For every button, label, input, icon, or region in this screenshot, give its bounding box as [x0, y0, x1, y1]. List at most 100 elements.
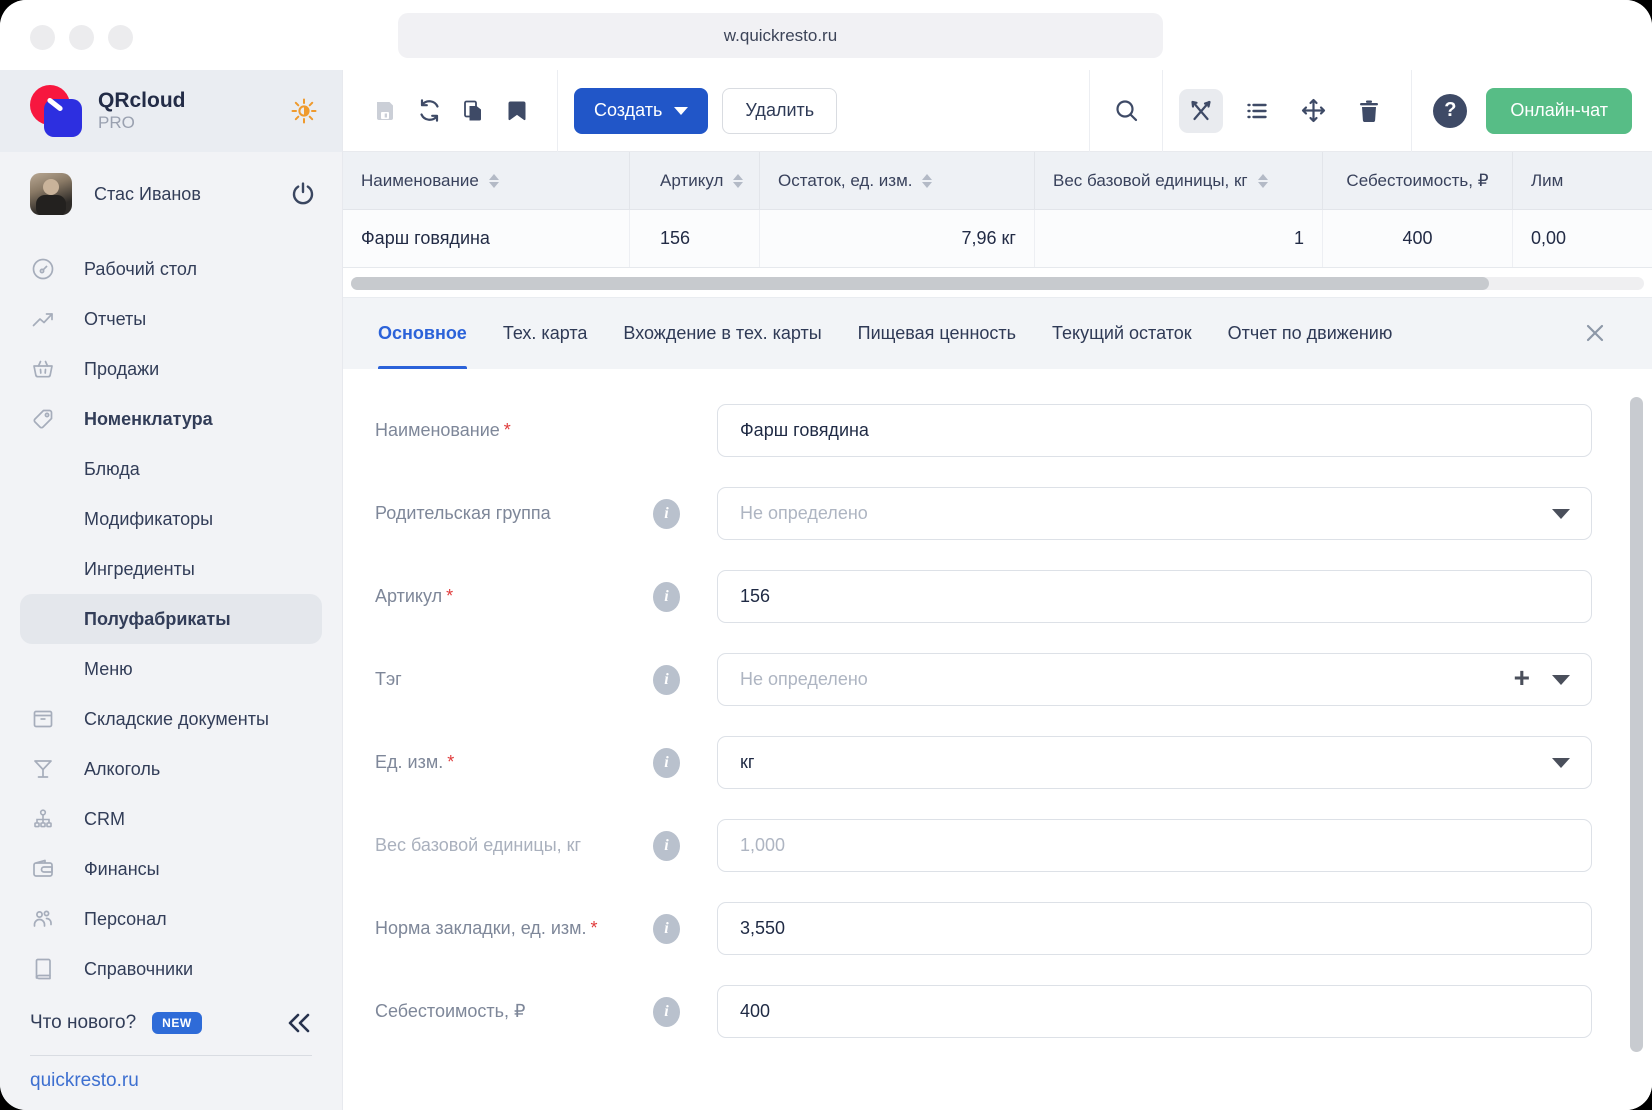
address-bar[interactable]: w.quickresto.ru	[398, 13, 1163, 58]
table-header: Наименование Артикул Остаток, ед. изм. В…	[343, 152, 1652, 210]
minimize-window-button[interactable]	[69, 25, 94, 50]
basket-icon	[30, 356, 56, 382]
info-icon[interactable]: i	[653, 665, 680, 695]
tag-select[interactable]	[717, 653, 1592, 706]
tag-icon	[30, 406, 56, 432]
table-row[interactable]: Фарш говядина 156 7,96 кг 1 400 0,00	[343, 210, 1652, 268]
detail-tabs: Основное Тех. карта Вхождение в тех. кар…	[343, 297, 1652, 369]
info-icon[interactable]: i	[653, 997, 680, 1027]
required-asterisk: *	[504, 420, 511, 440]
sidebar-item-semifinished[interactable]: Полуфабрикаты	[20, 594, 322, 644]
gauge-icon	[30, 256, 56, 282]
help-button[interactable]: ?	[1428, 89, 1472, 133]
chevron-down-icon[interactable]	[1552, 758, 1570, 768]
archive-icon	[30, 706, 56, 732]
sidebar-item-label: Складские документы	[84, 709, 269, 730]
bookmark-label-button[interactable]	[495, 89, 539, 133]
cost-input[interactable]	[717, 985, 1592, 1038]
info-icon[interactable]: i	[653, 582, 680, 612]
sidebar-item-warehouse-docs[interactable]: Складские документы	[0, 694, 342, 744]
whats-new-link[interactable]: Что нового?	[30, 1012, 136, 1034]
sidebar-item-modifiers[interactable]: Модификаторы	[0, 494, 342, 544]
info-icon[interactable]: i	[653, 748, 680, 778]
tab-tech-card-usage[interactable]: Вхождение в тех. карты	[623, 298, 821, 370]
base-weight-input[interactable]	[717, 819, 1592, 872]
save-button[interactable]	[363, 89, 407, 133]
column-header-base-weight[interactable]: Вес базовой единицы, кг	[1035, 152, 1323, 209]
refresh-button[interactable]	[407, 89, 451, 133]
collapse-sidebar-icon[interactable]	[286, 1012, 312, 1034]
sidebar-item-label: Справочники	[84, 959, 193, 980]
sidebar-item-sales[interactable]: Продажи	[0, 344, 342, 394]
book-icon	[30, 956, 56, 982]
field-label: Себестоимость, ₽	[375, 1001, 653, 1022]
sidebar-item-directories[interactable]: Справочники	[0, 944, 342, 994]
sidebar-item-label: CRM	[84, 809, 125, 830]
divider	[1411, 70, 1412, 152]
info-icon[interactable]: i	[653, 914, 680, 944]
column-header-stock[interactable]: Остаток, ед. изм.	[760, 152, 1035, 209]
column-header-cost[interactable]: Себестоимость, ₽	[1323, 152, 1513, 209]
info-icon[interactable]: i	[653, 831, 680, 861]
sidebar-item-menu[interactable]: Меню	[0, 644, 342, 694]
form-row-base-weight: Вес базовой единицы, кг i	[375, 819, 1652, 872]
sku-input[interactable]	[717, 570, 1592, 623]
browser-bar: w.quickresto.ru	[0, 0, 1652, 70]
zoom-window-button[interactable]	[108, 25, 133, 50]
sidebar-item-dashboard[interactable]: Рабочий стол	[0, 244, 342, 294]
close-window-button[interactable]	[30, 25, 55, 50]
trash-button[interactable]	[1347, 89, 1391, 133]
move-button[interactable]	[1291, 89, 1335, 133]
delete-button[interactable]: Удалить	[722, 88, 837, 134]
chevron-down-icon[interactable]	[1552, 509, 1570, 519]
sort-icon	[489, 174, 499, 188]
copy-button[interactable]	[451, 89, 495, 133]
info-icon[interactable]: i	[653, 499, 680, 529]
sidebar-item-staff[interactable]: Персонал	[0, 894, 342, 944]
tab-main[interactable]: Основное	[378, 298, 467, 370]
create-button[interactable]: Создать	[574, 88, 708, 134]
sidebar-item-dishes[interactable]: Блюда	[0, 444, 342, 494]
sidebar-item-ingredients[interactable]: Ингредиенты	[0, 544, 342, 594]
tab-movement-report[interactable]: Отчет по движению	[1228, 298, 1393, 370]
cell-limit: 0,00	[1513, 210, 1652, 267]
sidebar-item-finance[interactable]: Финансы	[0, 844, 342, 894]
portion-norm-input[interactable]	[717, 902, 1592, 955]
unit-select[interactable]	[717, 736, 1592, 789]
sidebar-item-reports[interactable]: Отчеты	[0, 294, 342, 344]
sidebar-item-label: Отчеты	[84, 309, 146, 330]
parent-group-select[interactable]	[717, 487, 1592, 540]
sidebar-item-alcohol[interactable]: Алкоголь	[0, 744, 342, 794]
column-header-name[interactable]: Наименование	[343, 152, 630, 209]
column-header-sku[interactable]: Артикул	[630, 152, 760, 209]
theme-sun-icon[interactable]	[290, 97, 318, 125]
close-icon[interactable]	[1580, 318, 1610, 348]
sort-icon	[733, 174, 743, 188]
list-view-button[interactable]	[1235, 89, 1279, 133]
site-link[interactable]: quickresto.ru	[30, 1070, 139, 1091]
user-name: Стас Иванов	[94, 184, 290, 205]
sidebar-item-crm[interactable]: CRM	[0, 794, 342, 844]
divider	[1089, 70, 1090, 152]
tab-nutrition[interactable]: Пищевая ценность	[858, 298, 1016, 370]
search-button[interactable]	[1104, 89, 1148, 133]
online-chat-button[interactable]: Онлайн-чат	[1486, 88, 1632, 134]
horizontal-scrollbar-thumb[interactable]	[351, 277, 1489, 290]
tab-tech-card[interactable]: Тех. карта	[503, 298, 588, 370]
martini-icon	[30, 756, 56, 782]
tab-current-stock[interactable]: Текущий остаток	[1052, 298, 1192, 370]
sidebar-item-nomenclature[interactable]: Номенклатура	[0, 394, 342, 444]
add-tag-icon[interactable]: +	[1514, 664, 1530, 692]
column-settings-button[interactable]	[1179, 89, 1223, 133]
chevron-down-icon	[674, 107, 688, 115]
vertical-scrollbar-thumb[interactable]	[1630, 397, 1643, 1052]
sidebar-item-label: Алкоголь	[84, 759, 160, 780]
sort-icon	[922, 174, 932, 188]
name-input[interactable]	[717, 404, 1592, 457]
field-label: Наименование*	[375, 420, 653, 441]
column-header-limit[interactable]: Лим	[1513, 152, 1652, 209]
form-row-tag: Тэг i +	[375, 653, 1652, 706]
chevron-down-icon[interactable]	[1552, 675, 1570, 685]
logout-power-icon[interactable]	[290, 181, 316, 207]
brand-tier: PRO	[98, 113, 186, 133]
